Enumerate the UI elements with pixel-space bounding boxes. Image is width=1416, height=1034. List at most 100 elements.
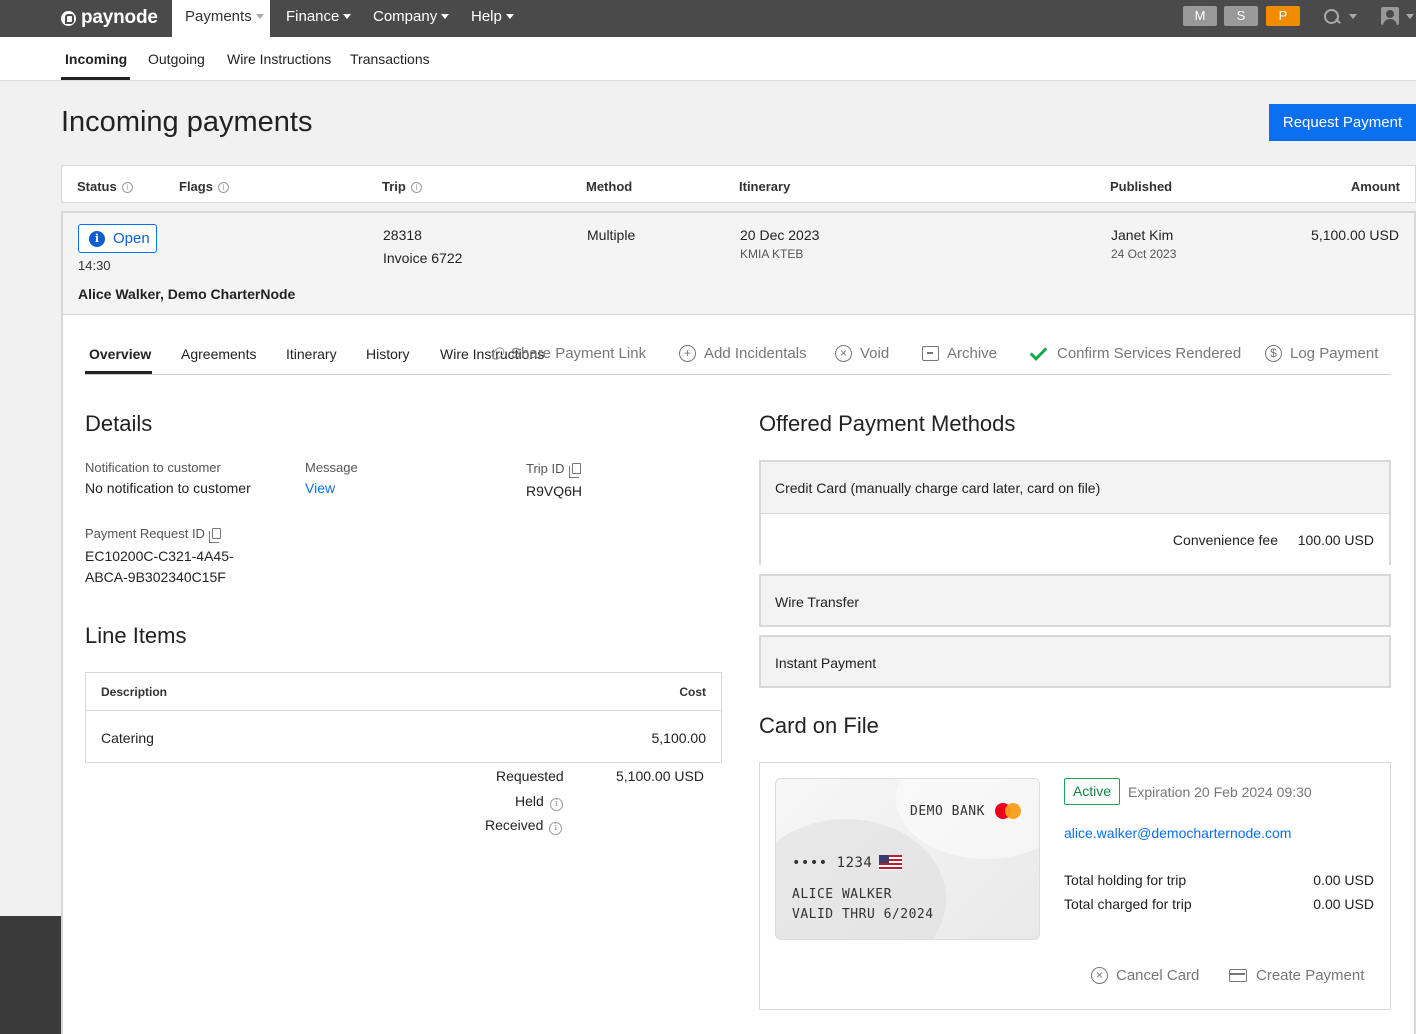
archive-label: Archive	[947, 345, 998, 362]
chevron-down-icon	[255, 14, 264, 19]
info-icon[interactable]: i	[549, 822, 563, 835]
status-label: Open	[113, 230, 150, 247]
payment-method-credit-card[interactable]: Credit Card (manually charge card later,…	[759, 460, 1391, 565]
logo-icon	[61, 10, 76, 26]
app-logo[interactable]: paynode	[61, 7, 158, 29]
mastercard-icon	[1005, 803, 1021, 819]
search-icon[interactable]	[1323, 8, 1343, 26]
message-view-link[interactable]: View	[305, 480, 335, 496]
trip-id-value: R9VQ6H	[526, 483, 583, 499]
payment-method-instant[interactable]: Instant Payment	[759, 635, 1391, 688]
nav-help[interactable]: Help	[471, 0, 514, 37]
badge-s[interactable]: S	[1224, 6, 1258, 26]
held-label-text: Held	[515, 793, 544, 809]
add-incidentals-label: Add Incidentals	[704, 345, 807, 362]
total-holding-label: Total holding for trip	[1064, 872, 1187, 888]
tab-history[interactable]: History	[366, 346, 410, 362]
convenience-fee-row: Convenience fee 100.00 USD	[761, 513, 1389, 565]
cancel-card-button[interactable]: × Cancel Card	[1091, 967, 1199, 984]
copy-icon[interactable]	[568, 463, 581, 478]
nav-help-label: Help	[471, 8, 502, 25]
nav-finance[interactable]: Finance	[286, 0, 352, 37]
convenience-fee-value: 100.00 USD	[1297, 532, 1374, 548]
chevron-down-icon	[505, 14, 514, 19]
info-icon: i	[89, 231, 105, 247]
card-status-badge: Active	[1064, 778, 1120, 805]
info-icon[interactable]: i	[121, 182, 133, 193]
status-badge: i Open	[78, 224, 157, 253]
card-email-link[interactable]: alice.walker@democharternode.com	[1064, 825, 1291, 841]
credit-card-label: Credit Card (manually charge card later,…	[775, 480, 1101, 496]
card-on-file-title: Card on File	[759, 713, 879, 738]
create-payment-button[interactable]: Create Payment	[1229, 967, 1364, 984]
info-icon[interactable]: i	[410, 182, 422, 193]
header-trip-label: Trip	[382, 179, 406, 194]
row-customer: Alice Walker, Demo CharterNode	[78, 286, 296, 302]
tab-overview[interactable]: Overview	[89, 346, 151, 362]
row-published-by: Janet Kim	[1111, 227, 1174, 243]
row-amount: 5,100.00 USD	[1311, 227, 1399, 243]
chevron-down-icon	[441, 14, 450, 19]
header-amount[interactable]: Amount	[1351, 179, 1400, 194]
archive-button[interactable]: Archive	[922, 345, 997, 362]
payment-methods-title: Offered Payment Methods	[759, 411, 1016, 436]
row-method: Multiple	[587, 227, 636, 243]
header-itinerary[interactable]: Itinerary	[739, 179, 790, 194]
wire-transfer-label: Wire Transfer	[775, 594, 860, 610]
credit-card-visual: DEMO BANK •••• 1234 ALICE WALKER VALID T…	[775, 778, 1040, 940]
copy-icon[interactable]	[208, 528, 221, 543]
info-icon[interactable]: i	[549, 798, 563, 811]
active-subtab-indicator	[61, 77, 130, 80]
header-published[interactable]: Published	[1110, 179, 1172, 194]
held-label: Held i	[515, 793, 563, 811]
header-flags-label: Flags	[179, 179, 213, 194]
trip-id-label: Trip ID	[526, 461, 581, 478]
payment-method-wire[interactable]: Wire Transfer	[759, 574, 1391, 627]
subtab-incoming[interactable]: Incoming	[65, 51, 127, 67]
log-payment-button[interactable]: $ Log Payment	[1265, 345, 1378, 362]
confirm-services-button[interactable]: Confirm Services Rendered	[1029, 342, 1241, 362]
details-title: Details	[85, 411, 153, 436]
x-circle-icon: ×	[835, 345, 852, 362]
badge-m[interactable]: M	[1183, 6, 1217, 26]
header-trip[interactable]: Trip i	[382, 179, 422, 194]
table-row[interactable]: i Open 14:30 Alice Walker, Demo CharterN…	[61, 211, 1416, 315]
payment-request-id-label-text: Payment Request ID	[85, 526, 205, 541]
user-avatar-icon[interactable]	[1381, 7, 1399, 25]
void-button[interactable]: × Void	[835, 345, 889, 362]
subtab-outgoing[interactable]: Outgoing	[148, 51, 205, 67]
request-payment-button[interactable]: Request Payment	[1269, 104, 1416, 141]
tab-agreements[interactable]: Agreements	[181, 346, 256, 362]
subtab-transactions[interactable]: Transactions	[350, 51, 430, 67]
payment-request-id-line1: EC10200C-C321-4A45-	[85, 548, 234, 564]
header-method[interactable]: Method	[586, 179, 632, 194]
subtab-wire-instructions[interactable]: Wire Instructions	[227, 51, 331, 67]
col-description: Description	[101, 685, 168, 699]
badge-p[interactable]: P	[1266, 6, 1300, 26]
nav-company-label: Company	[373, 8, 438, 25]
nav-payments[interactable]: Payments	[172, 0, 270, 37]
void-label: Void	[860, 345, 890, 362]
chevron-down-icon[interactable]	[1349, 14, 1357, 19]
requested-value: 5,100.00 USD	[616, 768, 704, 784]
convenience-fee-label: Convenience fee	[1172, 532, 1278, 548]
card-bank: DEMO BANK	[910, 804, 985, 819]
info-icon[interactable]: i	[217, 182, 229, 193]
message-label: Message	[305, 460, 358, 475]
notification-label: Notification to customer	[85, 460, 221, 475]
header-flags[interactable]: Flags i	[179, 179, 229, 194]
received-label-text: Received	[485, 817, 544, 833]
header-status[interactable]: Status i	[77, 179, 133, 194]
chevron-down-icon[interactable]	[1406, 14, 1414, 19]
requested-label: Requested	[496, 768, 564, 784]
line-item-cost: 5,100.00	[651, 730, 707, 746]
line-items-title: Line Items	[85, 623, 187, 648]
add-incidentals-button[interactable]: + Add Incidentals	[679, 345, 807, 362]
tab-itinerary[interactable]: Itinerary	[286, 346, 337, 362]
payment-request-id-label: Payment Request ID	[85, 526, 221, 543]
share-payment-link-button[interactable]: Share Payment Link	[489, 345, 646, 362]
col-cost: Cost	[679, 685, 706, 699]
line-items-header: Description Cost	[86, 673, 721, 711]
nav-company[interactable]: Company	[373, 0, 450, 37]
link-icon	[489, 345, 507, 362]
